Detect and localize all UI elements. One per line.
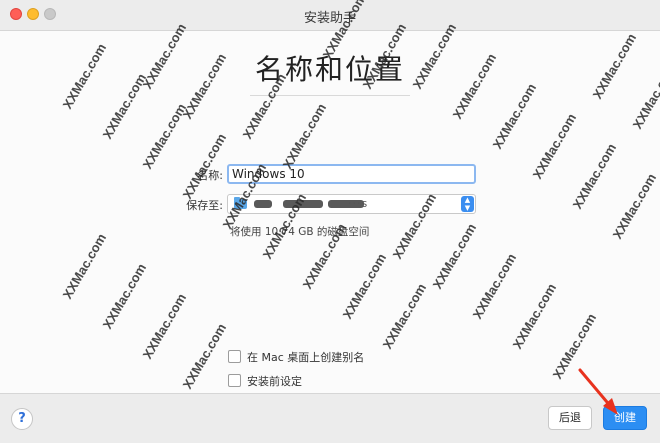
disk-usage-note: 将使用 10.74 GB 的磁盘空间 xyxy=(230,226,370,238)
redacted-path xyxy=(283,200,323,208)
back-button[interactable]: 后退 xyxy=(548,406,592,430)
location-value: ···s xyxy=(348,197,369,210)
configure-before-install-option[interactable]: 安装前设定 xyxy=(228,373,302,389)
create-alias-checkbox[interactable] xyxy=(228,350,241,363)
installer-window: 安装助手 名称和位置 名称: 保存至: ···s ▲▼ 将使用 10.74 GB… xyxy=(0,0,660,443)
create-button[interactable]: 创建 xyxy=(603,406,647,430)
location-label: 保存至: xyxy=(186,199,223,212)
name-label: 名称: xyxy=(197,169,223,182)
help-button[interactable]: ? xyxy=(11,408,33,430)
title-divider xyxy=(250,95,410,96)
create-alias-label: 在 Mac 桌面上创建别名 xyxy=(247,351,365,364)
configure-before-install-label: 安装前设定 xyxy=(247,375,302,388)
window-title: 安装助手 xyxy=(303,11,356,26)
page-title: 名称和位置 xyxy=(254,53,405,86)
redacted-path xyxy=(254,200,272,208)
location-select[interactable]: ···s ▲ ▼ xyxy=(227,194,476,214)
title-bar: 安装助手 xyxy=(0,0,660,31)
folder-icon xyxy=(234,197,247,209)
configure-before-install-checkbox[interactable] xyxy=(228,374,241,387)
create-alias-option[interactable]: 在 Mac 桌面上创建别名 xyxy=(228,349,364,365)
name-input[interactable] xyxy=(227,164,476,184)
footer-bar: ? 后退 创建 xyxy=(0,393,660,443)
chevron-updown-icon[interactable]: ▲ ▼ xyxy=(461,196,474,212)
